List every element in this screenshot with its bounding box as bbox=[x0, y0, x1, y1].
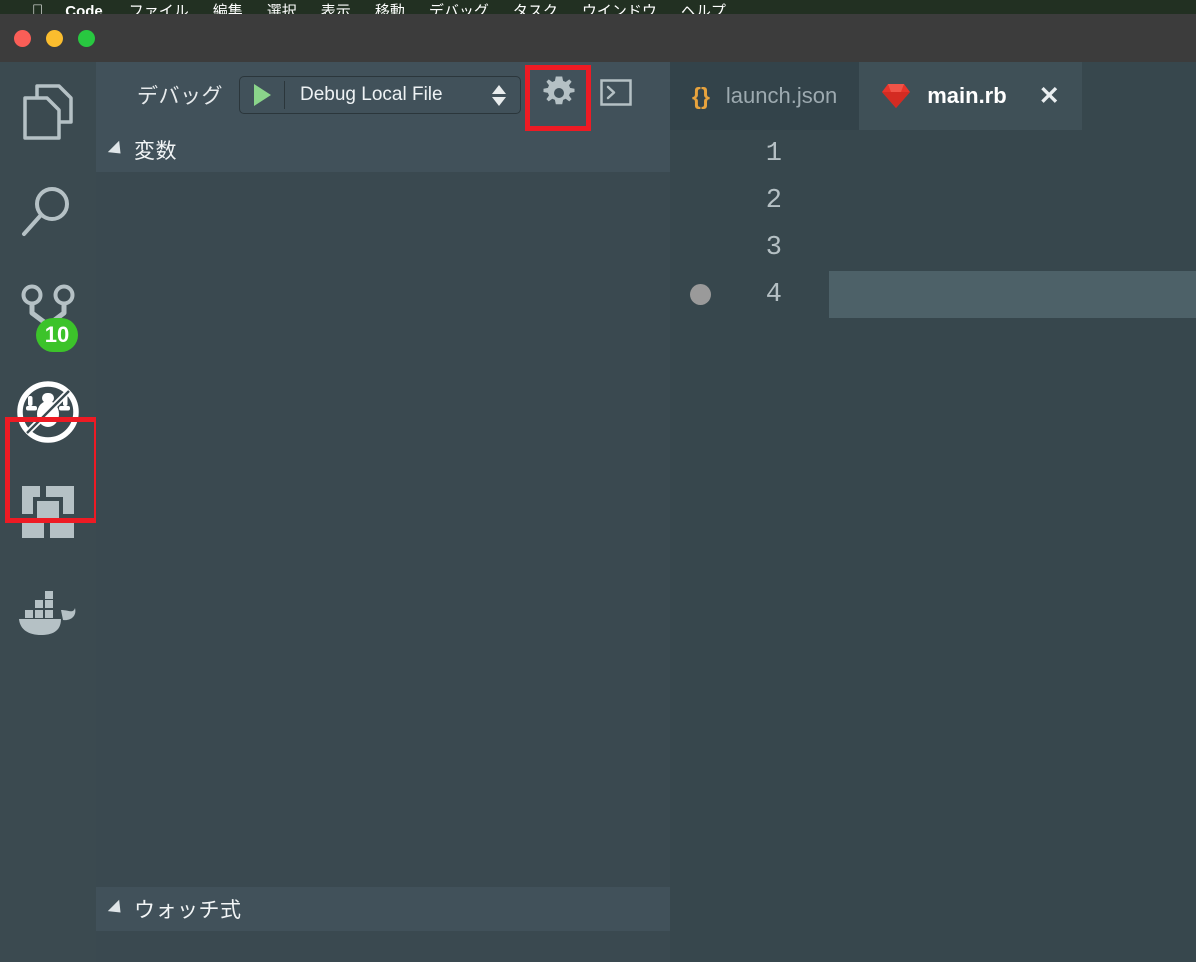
line-number: 4 bbox=[765, 279, 782, 310]
breakpoint-gutter[interactable] bbox=[683, 284, 717, 305]
activity-bar-item-explorer[interactable] bbox=[0, 62, 96, 162]
no-debug-bug-icon bbox=[12, 376, 84, 448]
watch-section-body[interactable] bbox=[96, 931, 670, 962]
gear-icon bbox=[542, 76, 576, 115]
macos-menu-bar[interactable]:  Code ファイル 編集 選択 表示 移動 デバッグ タスク ウインドウ ヘ… bbox=[0, 0, 1196, 14]
menu-item-help[interactable]: ヘルプ bbox=[681, 4, 726, 14]
play-triangle-icon[interactable] bbox=[254, 84, 271, 106]
activity-bar-item-source-control[interactable]: 10 bbox=[0, 262, 96, 362]
debug-panel-title: デバッグ bbox=[137, 85, 223, 108]
menu-item-go[interactable]: 移動 bbox=[375, 4, 405, 14]
watch-section-header[interactable]: ウォッチ式 bbox=[96, 887, 670, 931]
activity-bar-item-debug[interactable] bbox=[0, 362, 96, 462]
ruby-gem-icon bbox=[881, 83, 911, 109]
debug-sidebar: デバッグ Debug Local File 変数 ウォッチ式 bbox=[96, 62, 670, 962]
variables-section-header[interactable]: 変数 bbox=[96, 128, 670, 172]
source-control-badge: 10 bbox=[36, 318, 78, 352]
tab-label: launch.json bbox=[725, 83, 838, 108]
editor-line[interactable]: 2 bbox=[670, 177, 1196, 224]
editor-line[interactable]: 1 bbox=[670, 130, 1196, 177]
close-icon[interactable]: ✕ bbox=[1039, 83, 1060, 109]
debug-toolbar: デバッグ Debug Local File bbox=[96, 62, 670, 128]
files-icon bbox=[21, 82, 75, 142]
breakpoint-dot-icon[interactable] bbox=[689, 284, 711, 305]
debug-configuration-dropdown[interactable]: Debug Local File bbox=[239, 76, 521, 114]
window-title-bar bbox=[0, 14, 1196, 62]
docker-whale-icon bbox=[17, 588, 79, 636]
debug-settings-button[interactable] bbox=[537, 73, 581, 117]
open-debug-console-button[interactable] bbox=[599, 79, 633, 111]
activity-bar-item-extensions[interactable] bbox=[0, 462, 96, 562]
editor-line[interactable]: 3 bbox=[670, 224, 1196, 271]
extensions-icon bbox=[20, 484, 76, 540]
menu-item-file[interactable]: ファイル bbox=[129, 4, 189, 14]
chevron-down-icon bbox=[107, 140, 127, 160]
tab-main-rb[interactable]: main.rb ✕ bbox=[859, 62, 1082, 130]
debug-configuration-value: Debug Local File bbox=[300, 84, 443, 105]
line-number: 2 bbox=[765, 185, 782, 216]
variables-section-title: 変数 bbox=[134, 140, 177, 163]
maximize-window-button[interactable] bbox=[78, 30, 95, 47]
activity-bar-item-docker[interactable] bbox=[0, 562, 96, 662]
line-number: 1 bbox=[765, 138, 782, 169]
window-controls bbox=[14, 30, 95, 47]
menu-item-edit[interactable]: 編集 bbox=[213, 4, 243, 14]
menu-item-tasks[interactable]: タスク bbox=[513, 4, 558, 14]
variables-section-body[interactable] bbox=[96, 172, 670, 887]
apple-logo-icon[interactable]:  bbox=[32, 3, 43, 14]
search-icon bbox=[19, 183, 77, 241]
tab-label: main.rb bbox=[927, 83, 1007, 108]
close-window-button[interactable] bbox=[14, 30, 31, 47]
menu-item-window[interactable]: ウインドウ bbox=[582, 4, 657, 14]
editor-tab-bar: {} launch.json main.rb ✕ bbox=[670, 62, 1196, 130]
menu-item-code[interactable]: Code bbox=[65, 4, 103, 14]
line-number: 3 bbox=[765, 232, 782, 263]
watch-section-title: ウォッチ式 bbox=[134, 899, 242, 922]
activity-bar-item-search[interactable] bbox=[0, 162, 96, 262]
line-selection-highlight bbox=[829, 271, 1196, 318]
up-down-arrows-icon[interactable] bbox=[492, 84, 506, 106]
chevron-down-icon bbox=[107, 899, 127, 919]
open-debug-console-icon bbox=[600, 79, 632, 111]
tab-launch-json[interactable]: {} launch.json bbox=[670, 62, 860, 130]
menu-item-selection[interactable]: 選択 bbox=[267, 4, 297, 14]
editor-area: {} launch.json main.rb ✕ 1 2 3 4 bbox=[670, 62, 1196, 962]
menu-item-debug[interactable]: デバッグ bbox=[429, 4, 489, 14]
minimize-window-button[interactable] bbox=[46, 30, 63, 47]
activity-bar: 10 bbox=[0, 62, 99, 962]
menu-item-view[interactable]: 表示 bbox=[321, 4, 351, 14]
editor-line-breakpoint[interactable]: 4 bbox=[670, 271, 1196, 318]
code-editor[interactable]: 1 2 3 4 bbox=[670, 130, 1196, 962]
vscode-window:  Code ファイル 編集 選択 表示 移動 デバッグ タスク ウインドウ ヘ… bbox=[0, 0, 1196, 962]
json-braces-icon: {} bbox=[692, 82, 710, 109]
